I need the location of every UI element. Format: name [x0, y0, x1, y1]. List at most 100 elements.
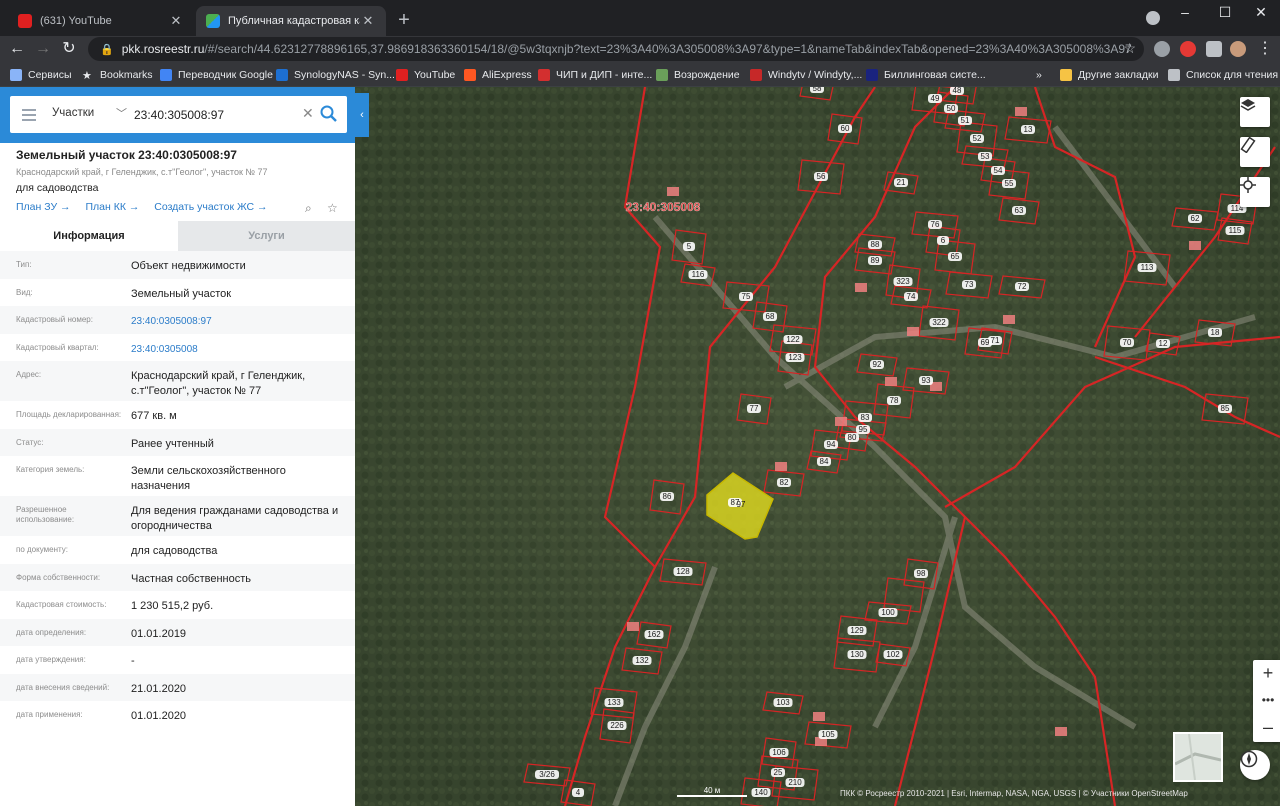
bookmark-star-icon[interactable]: ☆ — [1123, 40, 1136, 57]
selected-parcel-label: 97 — [737, 500, 746, 509]
zoom-out-button[interactable]: – — [1253, 714, 1280, 741]
bookmark-bookmarks[interactable]: ★ Bookmarks — [82, 66, 153, 83]
map-canvas[interactable]: 58 4849505113605253545556216323:40:305008… — [355, 87, 1280, 806]
bookmark-other[interactable]: Другие закладки — [1060, 66, 1158, 83]
tab-information[interactable]: Информация — [0, 221, 178, 251]
billing-icon — [866, 68, 878, 81]
menu-hamburger-icon[interactable] — [22, 109, 36, 124]
forward-button[interactable]: → — [32, 38, 54, 60]
cadastral-map[interactable]: 58 48 49 50 51 13 60 52 53 54 55 56 21 63 23:40:305008… — [355, 87, 1280, 806]
chipdip-icon — [538, 68, 550, 81]
zoom-in-button[interactable]: + — [1253, 660, 1280, 687]
locate-button[interactable] — [1240, 177, 1270, 207]
reload-button[interactable]: ↻ — [58, 38, 80, 60]
attribute-value: Частная собственность — [131, 572, 252, 585]
building-footprint — [627, 622, 639, 631]
collapse-panel-button[interactable]: ‹ — [355, 93, 369, 137]
attribute-value: 21.01.2020 — [131, 682, 187, 695]
bookmark-vozrozhdenie[interactable]: Возрождение — [656, 66, 740, 83]
parcel-label: 322 — [932, 318, 946, 327]
clear-search-icon[interactable]: ✕ — [302, 105, 314, 122]
parcel-label: 84 — [820, 457, 829, 466]
info-panel: Участки ﹀ ✕ Земельный участок 23:40:0305… — [0, 87, 355, 806]
close-tab-icon[interactable]: ✕ — [168, 13, 184, 29]
plan-kk-link[interactable]: План КК → — [85, 201, 139, 213]
parcel-label: 73 — [965, 280, 974, 289]
parcel-label: 74 — [907, 292, 916, 301]
parcel-label: 122 — [786, 335, 800, 344]
search-on-map-icon[interactable]: ⌕ — [305, 201, 312, 216]
bookmark-chipdip[interactable]: ЧИП и ДИП - инте... — [538, 66, 652, 83]
extension-shield-icon[interactable] — [1154, 41, 1170, 57]
bookmark-youtube[interactable]: YouTube — [396, 66, 455, 83]
profile-avatar[interactable] — [1230, 41, 1246, 57]
attribute-link[interactable]: 23:40:0305008:97 — [131, 314, 346, 329]
youtube-icon — [396, 68, 408, 81]
search-icon[interactable] — [318, 103, 340, 125]
attribute-key: Кадастровая стоимость: — [16, 600, 107, 609]
close-tab-icon[interactable]: ✕ — [360, 13, 376, 29]
object-links: План ЗУ → План КК → Создать участок ЖС → — [16, 201, 280, 213]
parcel-label: 226 — [610, 721, 624, 730]
building-footprint — [813, 712, 825, 721]
attribute-key: Адрес: — [16, 370, 42, 379]
attribute-value: для садоводства — [131, 545, 218, 557]
tab-services[interactable]: Услуги — [178, 221, 355, 251]
parcel-label: 4 — [576, 788, 581, 797]
create-plot-link[interactable]: Создать участок ЖС → — [154, 201, 267, 213]
building-footprint — [667, 187, 679, 196]
bookmarks-bar: Сервисы ★ Bookmarks Переводчик Google Syn… — [0, 62, 1280, 87]
minimize-button[interactable]: – — [1170, 4, 1200, 20]
bookmark-services[interactable]: Сервисы — [10, 66, 72, 83]
parcel-label: 82 — [780, 478, 789, 487]
compass-button[interactable] — [1240, 750, 1270, 780]
new-tab-button[interactable]: + — [394, 9, 414, 32]
parcel-label: 77 — [750, 404, 759, 413]
extension-red-icon[interactable] — [1180, 41, 1196, 57]
search-type-select[interactable]: Участки — [52, 107, 94, 119]
bookmark-billing[interactable]: Биллинговая систе... — [866, 66, 986, 83]
favorite-star-icon[interactable]: ☆ — [327, 201, 338, 215]
tab-youtube[interactable]: (631) YouTube ✕ — [8, 6, 194, 36]
parcel-label: 98 — [917, 569, 926, 578]
bookmark-synology[interactable]: SynologyNAS - Syn... — [276, 66, 395, 83]
back-button[interactable]: ← — [6, 38, 28, 60]
bookmark-google-translate[interactable]: Переводчик Google — [160, 66, 273, 83]
attribute-row: дата утверждения: - — [0, 646, 355, 674]
menu-kebab-icon[interactable]: ⋮ — [1254, 38, 1276, 60]
reading-list-button[interactable]: Список для чтения — [1168, 66, 1278, 83]
tab-search-icon[interactable] — [1146, 11, 1160, 25]
parcel-label: 65 — [951, 252, 960, 261]
chevron-down-icon[interactable]: ﹀ — [116, 105, 127, 121]
attribute-value: 01.01.2019 — [131, 627, 187, 640]
basemap-thumbnail[interactable] — [1173, 732, 1223, 782]
parcel-label: 68 — [766, 312, 775, 321]
plan-zu-link[interactable]: План ЗУ → — [16, 201, 71, 213]
measure-ruler-button[interactable] — [1240, 137, 1270, 167]
building-footprint — [835, 417, 847, 426]
zoom-more-button[interactable]: ••• — [1253, 687, 1280, 714]
attribute-value: Земли сельскохозяйственного назначения — [131, 465, 286, 492]
bookmark-aliexpress[interactable]: AliExpress — [464, 66, 532, 83]
tab-pkk[interactable]: Публичная кадастровая карта ✕ — [196, 6, 386, 36]
parcel-label: 323 — [896, 277, 910, 286]
parcel-label: 93 — [922, 376, 931, 385]
reading-list-icon — [1168, 68, 1180, 81]
object-title: Земельный участок 23:40:0305008:97 — [16, 148, 237, 162]
close-window-button[interactable]: ✕ — [1246, 4, 1276, 21]
attribute-link[interactable]: 23:40:0305008 — [131, 342, 346, 357]
bookmark-windy[interactable]: Windytv / Windyty,... — [750, 66, 862, 83]
bookmarks-overflow-button[interactable]: » — [1036, 66, 1042, 83]
address-bar[interactable]: 🔒 pkk.rosreestr.ru/#/search/44.623127788… — [88, 37, 1144, 61]
lock-icon[interactable]: 🔒 — [100, 43, 114, 56]
layers-button[interactable] — [1240, 97, 1270, 127]
quarter-label: 23:40:305008 — [626, 200, 701, 214]
parcel-label: 94 — [827, 440, 836, 449]
browser-tab-strip: (631) YouTube ✕ Публичная кадастровая ка… — [0, 0, 1280, 36]
parcel-label: 88 — [871, 240, 880, 249]
extensions-puzzle-icon[interactable] — [1206, 41, 1222, 57]
search-input[interactable] — [134, 105, 294, 125]
parcel-label: 18 — [1211, 328, 1220, 337]
url-text: pkk.rosreestr.ru/#/search/44.62312778896… — [121, 42, 1132, 56]
maximize-button[interactable]: ☐ — [1210, 4, 1240, 21]
